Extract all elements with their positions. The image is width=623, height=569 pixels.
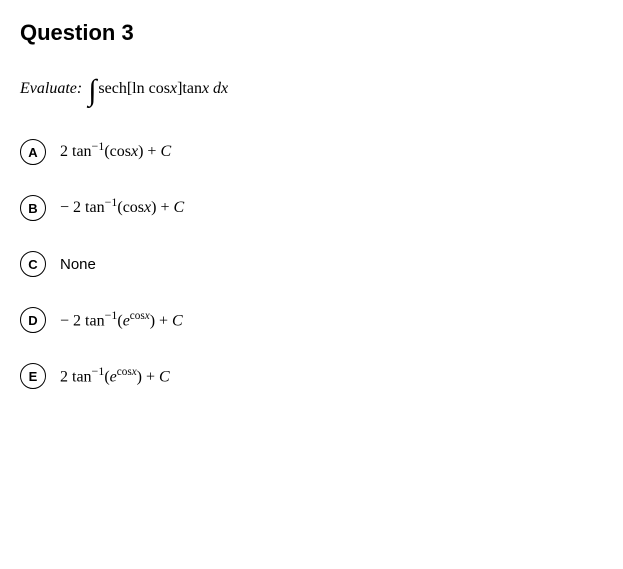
option-text: 2 tan−1(ecosx) + C [60,366,170,386]
option-text: − 2 tan−1(cosx) + C [60,199,184,217]
option-letter: D [20,307,46,333]
prompt-label: Evaluate: [20,80,82,98]
option-text: 2 tan−1(cosx) + C [60,143,171,161]
integrand: sech[ln cosx]tanx dx [98,80,228,98]
integral-symbol: ∫ [88,76,96,106]
option-b[interactable]: B − 2 tan−1(cosx) + C [20,195,603,221]
option-letter: A [20,139,46,165]
option-text: None [60,256,96,273]
option-a[interactable]: A 2 tan−1(cosx) + C [20,139,603,165]
question-prompt: Evaluate: ∫ sech[ln cosx]tanx dx [20,74,603,104]
option-letter: C [20,251,46,277]
option-letter: E [20,363,46,389]
option-letter: B [20,195,46,221]
option-e[interactable]: E 2 tan−1(ecosx) + C [20,363,603,389]
option-c[interactable]: C None [20,251,603,277]
option-text: − 2 tan−1(ecosx) + C [60,310,183,330]
options-list: A 2 tan−1(cosx) + C B − 2 tan−1(cosx) + … [20,139,603,389]
question-title: Question 3 [20,20,603,46]
option-d[interactable]: D − 2 tan−1(ecosx) + C [20,307,603,333]
